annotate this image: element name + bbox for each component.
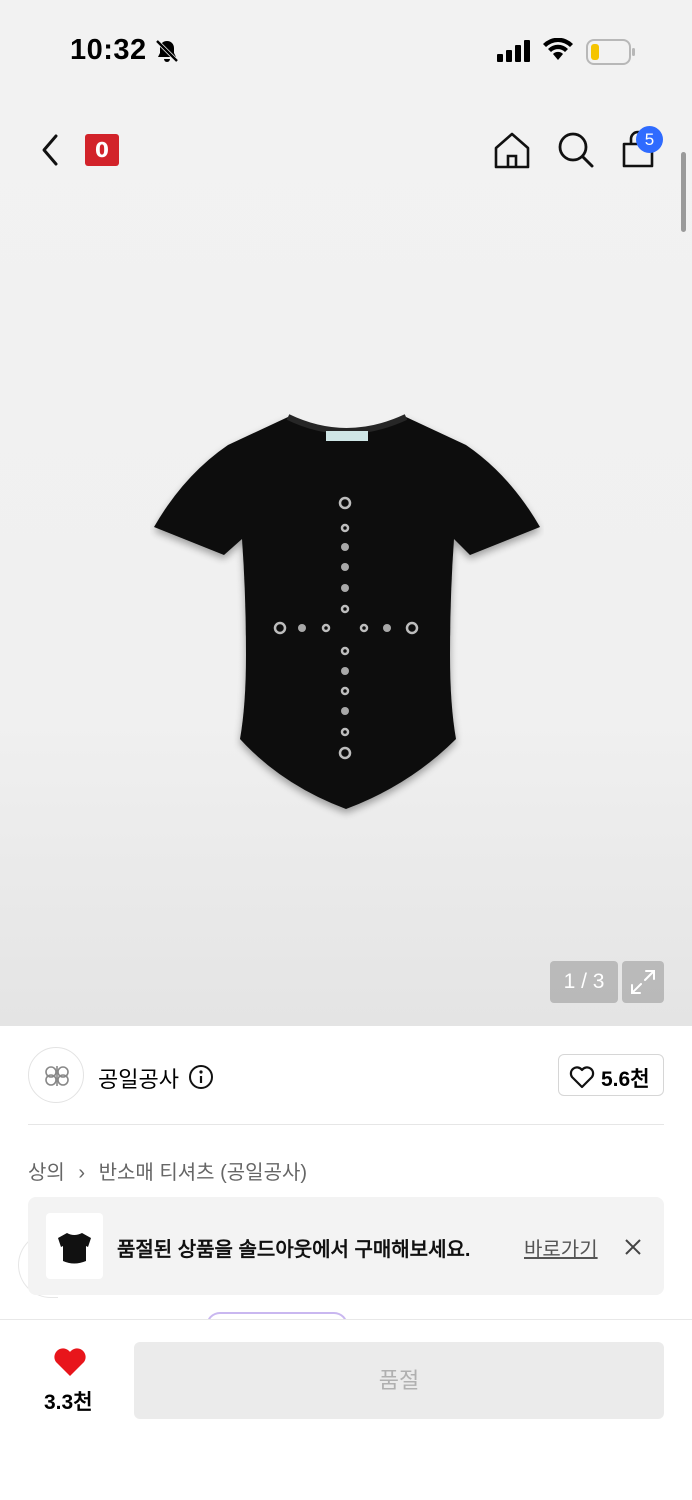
brand-like-button[interactable]: 5.6천 [558, 1054, 664, 1096]
brand-like-count: 5.6천 [601, 1068, 650, 1091]
back-icon[interactable] [36, 130, 66, 170]
heart-filled-icon[interactable] [52, 1346, 88, 1378]
bell-muted-icon [155, 39, 179, 63]
heart-outline-icon [569, 1066, 595, 1089]
divider [28, 1124, 664, 1125]
battery-icon [586, 39, 635, 65]
brand-emblem-icon [45, 1066, 69, 1086]
soldout-banner: 품절된 상품을 솔드아웃에서 구매해보세요. 바로가기 [28, 1197, 664, 1295]
home-icon[interactable] [492, 130, 532, 170]
close-icon[interactable] [623, 1237, 643, 1257]
status-bar: 10:32 [0, 0, 692, 100]
wifi-icon [543, 38, 573, 60]
brand-name[interactable]: 공일공사 [98, 1062, 179, 1094]
breadcrumb-subcategory[interactable]: 반소매 티셔츠 (공일공사) [99, 1162, 307, 1184]
banner-thumbnail [46, 1213, 103, 1279]
expand-icon[interactable] [622, 961, 664, 1003]
cart-count-badge: 5 [636, 126, 663, 153]
product-image[interactable] [150, 405, 544, 825]
banner-link[interactable]: 바로가기 [524, 1233, 598, 1262]
brand-avatar[interactable] [28, 1047, 84, 1103]
info-icon[interactable] [188, 1064, 214, 1090]
tshirt-thumbnail-icon [58, 1233, 91, 1264]
image-pager: 1 / 3 [550, 961, 618, 1003]
status-time: 10:32 [70, 34, 147, 66]
breadcrumb: 상의 › 반소매 티셔츠 (공일공사) [28, 1156, 307, 1185]
scrollbar[interactable] [681, 152, 686, 232]
soldout-button[interactable]: 품절 [134, 1342, 664, 1419]
cellular-signal-icon [497, 40, 530, 62]
brand-logo[interactable]: 0 [85, 134, 119, 166]
wish-count: 3.3천 [44, 1391, 93, 1414]
chevron-right-icon: › [78, 1162, 86, 1184]
banner-message: 품절된 상품을 솔드아웃에서 구매해보세요. [117, 1239, 471, 1261]
search-icon[interactable] [556, 130, 596, 170]
breadcrumb-category[interactable]: 상의 [28, 1162, 65, 1184]
